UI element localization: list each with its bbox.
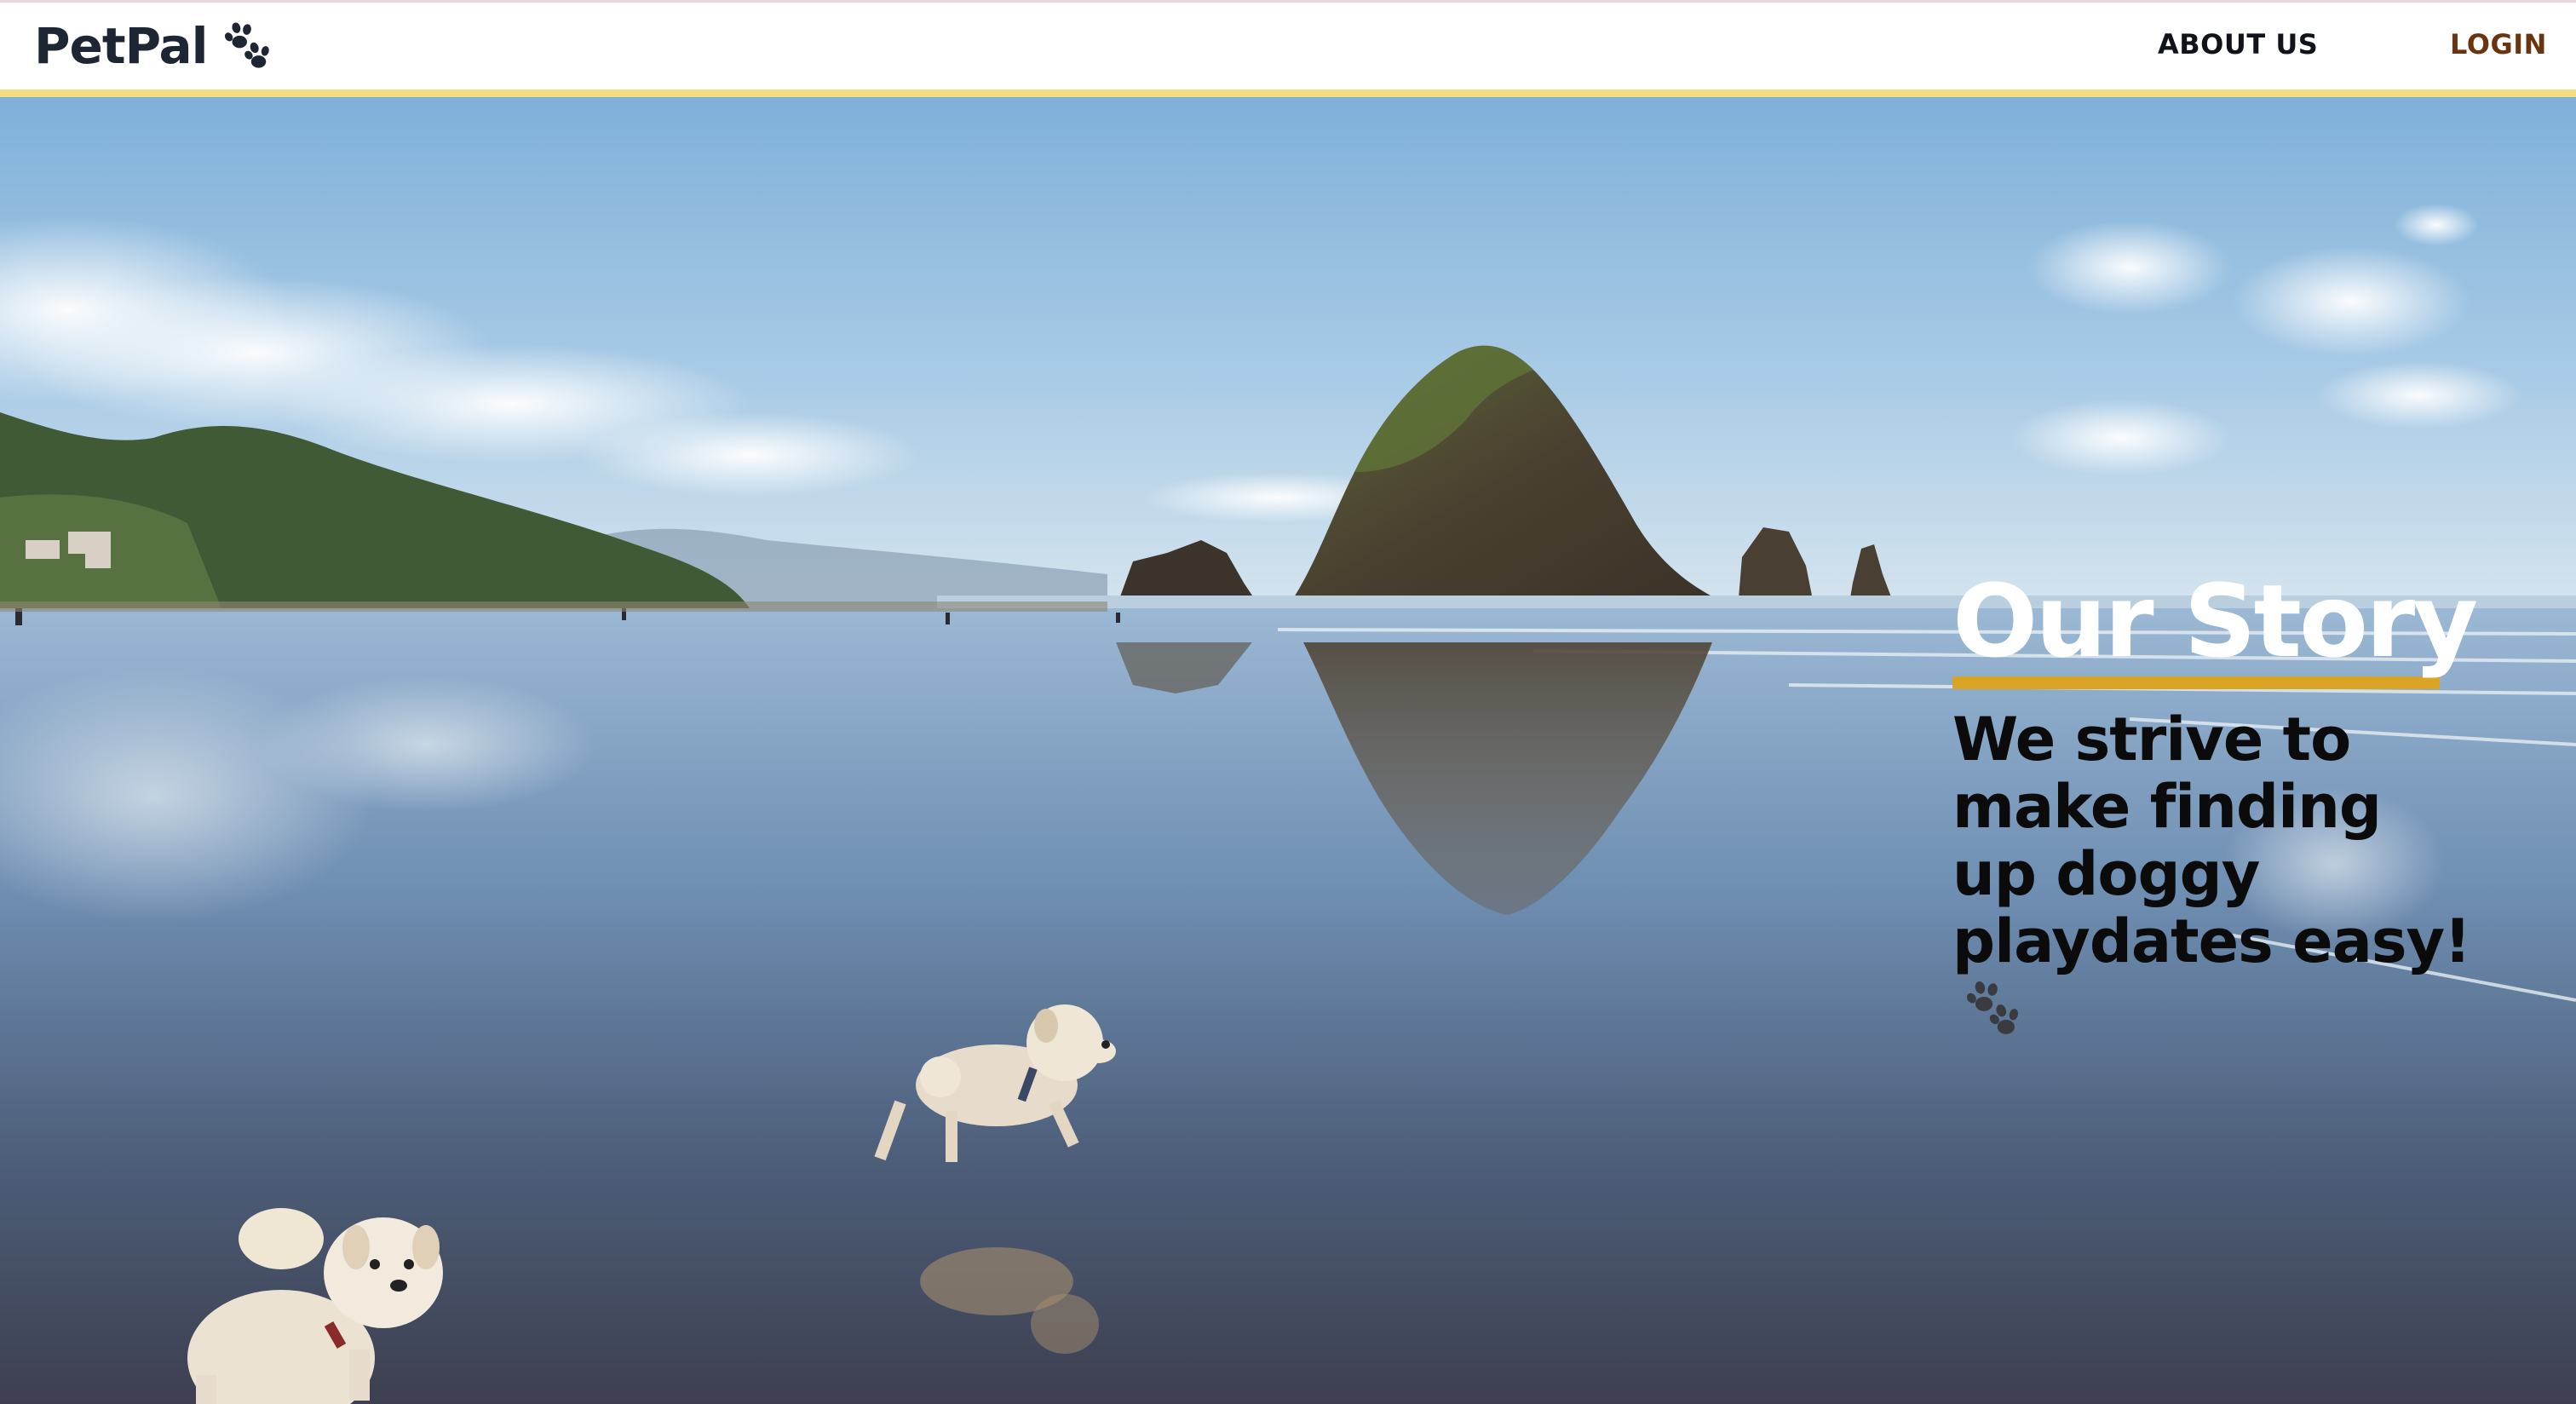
page: PetPal ABOUT US LOGIN Our Story We striv… — [0, 0, 2576, 1404]
paw-icon — [220, 20, 273, 72]
hero-section: Our Story We strive to make finding up d… — [0, 97, 2576, 1404]
nav-about-us-link[interactable]: ABOUT US — [2158, 28, 2318, 60]
nav-login-link[interactable]: LOGIN — [2450, 28, 2547, 60]
brand-name[interactable]: PetPal — [34, 17, 209, 75]
our-story-title: Our Story — [1952, 562, 2478, 680]
story-tagline: We strive to make finding up doggy playd… — [1952, 706, 2481, 1043]
our-story-panel: Our Story We strive to make finding up d… — [1952, 566, 2481, 1043]
paw-icon — [1952, 975, 2022, 1043]
brand-logo[interactable]: PetPal — [34, 16, 273, 76]
story-tagline-text: We strive to make finding up doggy playd… — [1952, 705, 2471, 976]
navbar: PetPal ABOUT US LOGIN — [0, 0, 2576, 97]
